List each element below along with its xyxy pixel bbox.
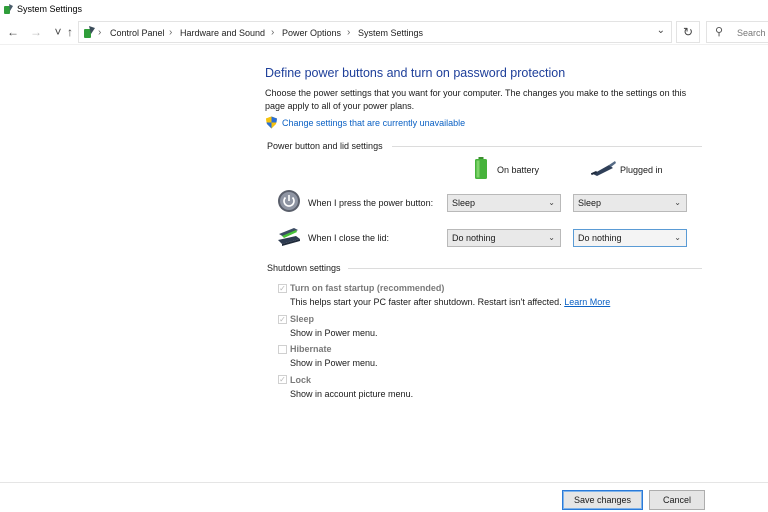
window-title: System Settings bbox=[17, 4, 83, 14]
search-box[interactable]: ⚲ Search C bbox=[706, 21, 768, 43]
fast-startup-description-text: This helps start your PC faster after sh… bbox=[290, 297, 562, 307]
breadcrumb-separator[interactable]: › bbox=[98, 27, 101, 38]
breadcrumb-hardware-and-sound[interactable]: Hardware and Sound bbox=[180, 28, 265, 38]
power-lid-section-label: Power button and lid settings bbox=[267, 141, 383, 151]
chevron-down-icon: ⌄ bbox=[674, 233, 681, 242]
selected-value: Sleep bbox=[452, 198, 476, 208]
chevron-down-icon[interactable]: ⌄ bbox=[657, 25, 665, 36]
fast-startup-title: Turn on fast startup (recommended) bbox=[290, 283, 445, 293]
address-bar[interactable]: › Control Panel › Hardware and Sound › P… bbox=[78, 21, 672, 43]
lock-title: Lock bbox=[290, 375, 312, 385]
sleep-description: Show in Power menu. bbox=[290, 328, 378, 338]
on-battery-header: On battery bbox=[497, 165, 540, 175]
power-button-icon bbox=[277, 189, 301, 215]
cancel-button[interactable]: Cancel bbox=[649, 490, 705, 510]
plugged-in-header: Plugged in bbox=[620, 165, 663, 175]
breadcrumb-control-panel[interactable]: Control Panel bbox=[110, 28, 165, 38]
breadcrumb-power-options[interactable]: Power Options bbox=[282, 28, 341, 38]
search-icon: ⚲ bbox=[715, 26, 724, 38]
chevron-down-icon: ⌄ bbox=[548, 233, 555, 242]
change-unavailable-settings-link[interactable]: Change settings that are currently unava… bbox=[265, 116, 475, 130]
close-lid-battery-select[interactable]: Do nothing ⌄ bbox=[447, 229, 561, 247]
power-options-app-icon bbox=[3, 3, 14, 17]
breadcrumb-separator[interactable]: › bbox=[271, 27, 274, 38]
power-button-plugged-select[interactable]: Sleep ⌄ bbox=[573, 194, 687, 212]
page-title: Define power buttons and turn on passwor… bbox=[265, 66, 566, 80]
footer-divider bbox=[0, 482, 768, 483]
section-divider bbox=[392, 146, 702, 147]
control-panel-icon bbox=[82, 25, 96, 41]
uac-shield-icon bbox=[265, 116, 278, 131]
laptop-lid-icon bbox=[276, 226, 302, 250]
breadcrumb-system-settings[interactable]: System Settings bbox=[358, 28, 423, 38]
fast-startup-description: This helps start your PC faster after sh… bbox=[290, 297, 610, 307]
back-arrow-icon[interactable]: ← bbox=[6, 24, 20, 40]
chevron-down-icon: ⌄ bbox=[674, 198, 681, 207]
forward-arrow-icon[interactable]: → bbox=[29, 24, 43, 40]
power-button-row-label: When I press the power button: bbox=[308, 198, 434, 208]
fast-startup-checkbox[interactable]: ✓ bbox=[278, 284, 287, 293]
hibernate-checkbox[interactable] bbox=[278, 345, 287, 354]
close-lid-plugged-select[interactable]: Do nothing ⌄ bbox=[573, 229, 687, 247]
hibernate-description: Show in Power menu. bbox=[290, 358, 378, 368]
selected-value: Sleep bbox=[578, 198, 602, 208]
shutdown-section-label: Shutdown settings bbox=[267, 263, 341, 273]
lock-checkbox[interactable]: ✓ bbox=[278, 375, 287, 384]
battery-icon bbox=[474, 157, 488, 181]
title-bar: System Settings bbox=[0, 0, 768, 18]
save-changes-button[interactable]: Save changes bbox=[562, 490, 643, 510]
refresh-icon[interactable]: ↻ bbox=[676, 21, 700, 43]
change-unavailable-settings-label[interactable]: Change settings that are currently unava… bbox=[282, 118, 465, 128]
sleep-checkbox[interactable]: ✓ bbox=[278, 315, 287, 324]
close-lid-row-label: When I close the lid: bbox=[308, 233, 390, 243]
chevron-down-icon: ⌄ bbox=[548, 198, 555, 207]
selected-value: Do nothing bbox=[452, 233, 496, 243]
lock-description: Show in account picture menu. bbox=[290, 389, 414, 399]
learn-more-link[interactable]: Learn More bbox=[564, 297, 610, 307]
breadcrumb-separator[interactable]: › bbox=[347, 27, 350, 38]
sleep-title: Sleep bbox=[290, 314, 315, 324]
selected-value: Do nothing bbox=[578, 233, 622, 243]
power-plug-icon bbox=[590, 160, 617, 178]
power-button-battery-select[interactable]: Sleep ⌄ bbox=[447, 194, 561, 212]
hibernate-title: Hibernate bbox=[290, 344, 332, 354]
search-input[interactable]: Search C bbox=[737, 28, 768, 38]
up-arrow-icon[interactable]: ↑ bbox=[63, 24, 77, 40]
breadcrumb-separator[interactable]: › bbox=[169, 27, 172, 38]
section-divider bbox=[348, 268, 702, 269]
page-description: Choose the power settings that you want … bbox=[265, 88, 687, 111]
navigation-bar: ← → ˅ ↑ › Control Panel › Hardware and S… bbox=[0, 20, 768, 45]
